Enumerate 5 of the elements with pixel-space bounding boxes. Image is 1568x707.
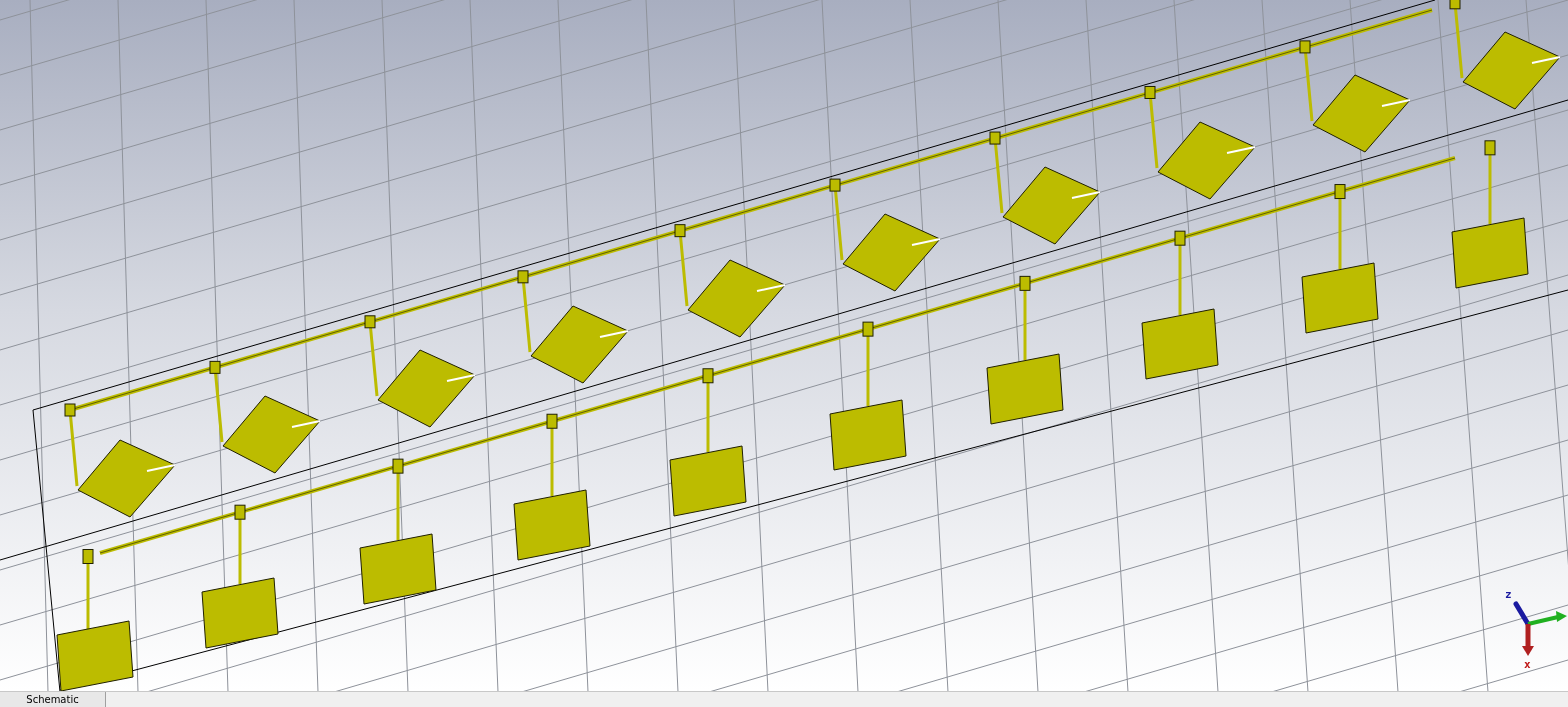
axis-label: z	[1505, 588, 1512, 601]
tab[interactable]: Schematic	[0, 692, 106, 707]
3d-viewport[interactable]: z x	[0, 0, 1568, 691]
axis-triad-drawing	[1513, 601, 1567, 656]
axis-label: x	[1524, 658, 1531, 671]
